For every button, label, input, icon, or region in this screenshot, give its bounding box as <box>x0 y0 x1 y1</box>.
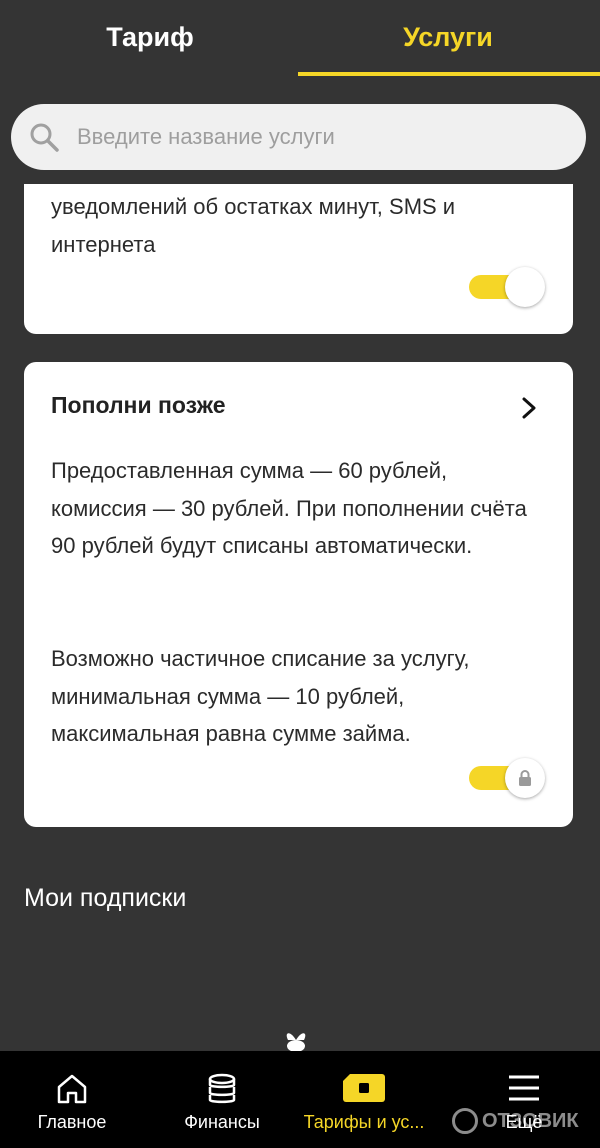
nav-item-home[interactable]: Главное <box>0 1051 147 1148</box>
service-title: Пополни позже <box>51 392 226 418</box>
watermark: ОТЗОВИК <box>452 1106 600 1136</box>
beeline-logo-icon <box>286 1033 306 1052</box>
search-input[interactable] <box>77 124 547 150</box>
toggle-knob <box>505 267 545 307</box>
sim-card-icon <box>343 1074 385 1102</box>
lock-icon <box>519 770 531 786</box>
service-toggle[interactable] <box>469 267 545 307</box>
tab-tariff[interactable]: Тариф <box>0 0 300 78</box>
search-icon <box>30 123 59 152</box>
service-description: уведомлений об остатках минут, SMS и инт… <box>51 194 456 257</box>
search-bar[interactable] <box>11 104 586 170</box>
top-tabs: Тариф Услуги <box>0 0 600 78</box>
active-tab-indicator <box>298 72 600 76</box>
nav-item-finance[interactable]: Финансы <box>147 1051 297 1148</box>
subscriptions-title: Мои подписки <box>24 884 187 912</box>
home-icon <box>57 1074 87 1104</box>
nav-label: Финансы <box>184 1112 260 1132</box>
watermark-logo-icon <box>452 1108 478 1134</box>
menu-icon <box>509 1075 539 1101</box>
service-description: Предоставленная сумма — 60 рублей, комис… <box>51 458 527 558</box>
tab-services[interactable]: Услуги <box>298 0 598 78</box>
nav-label: Главное <box>37 1112 107 1132</box>
service-card-popolni-pozzhe[interactable]: Пополни позже Предоставленная сумма — 60… <box>24 362 573 827</box>
coins-icon <box>208 1073 236 1104</box>
service-description-partial: Возможно частичное списание за услугу, м… <box>51 646 470 746</box>
service-card-notifications[interactable]: уведомлений об остатках минут, SMS и инт… <box>24 184 573 334</box>
watermark-text: ОТЗОВИК <box>482 1109 579 1132</box>
toggle-knob <box>505 758 545 798</box>
chevron-right-icon[interactable] <box>521 396 537 420</box>
nav-item-tariffs[interactable]: Тарифы и ус... <box>289 1051 439 1148</box>
nav-label: Тарифы и ус... <box>303 1112 425 1132</box>
service-toggle-locked[interactable] <box>469 758 545 798</box>
